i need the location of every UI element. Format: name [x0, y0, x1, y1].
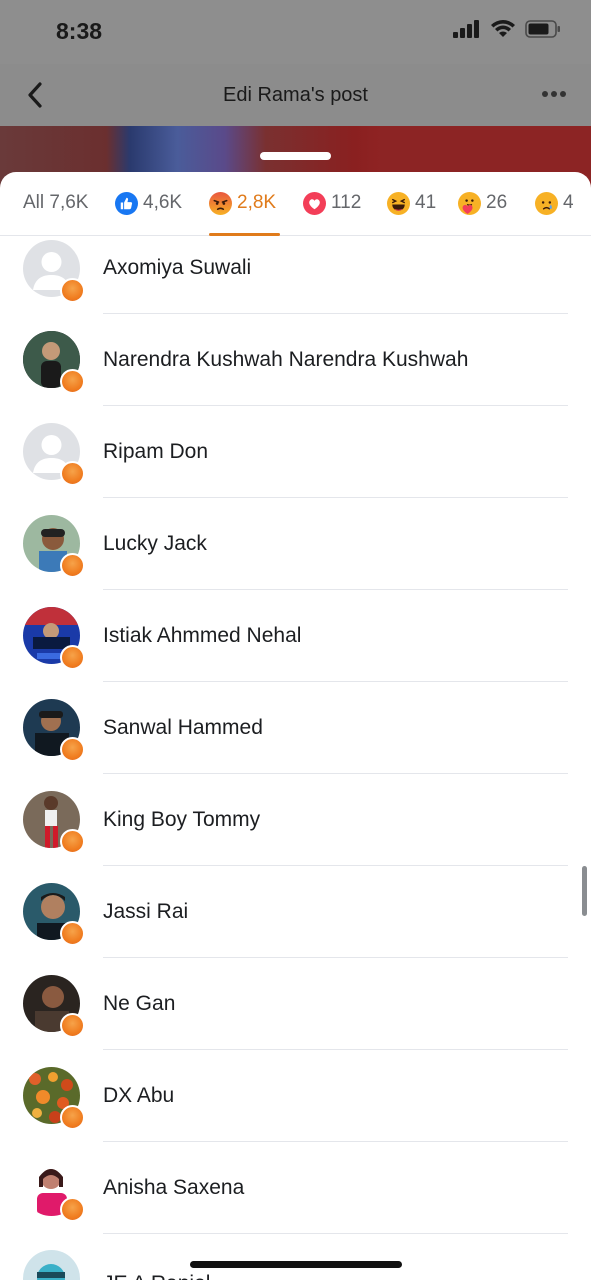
list-item[interactable]: JE A Raniel [0, 1234, 591, 1280]
angry-reaction-badge [60, 737, 85, 762]
reactions-sheet: All 7,6K 4,6K 2,8K 112 41 26 4 Axomiya S… [0, 172, 591, 1280]
navigation-bar: Edi Rama's post [0, 64, 591, 126]
avatar [23, 1250, 80, 1280]
list-item[interactable]: Anisha Saxena [0, 1142, 591, 1234]
cellular-signal-icon [453, 20, 479, 38]
tab-angry-label: 2,8K [237, 192, 277, 213]
list-item[interactable]: Lucky Jack [0, 498, 591, 590]
list-item[interactable]: Istiak Ahmmed Nehal [0, 590, 591, 682]
person-name: Ripam Don [103, 440, 209, 463]
list-item[interactable]: DX Abu [0, 1050, 591, 1142]
tab-haha-label: 41 [415, 192, 437, 213]
person-name: Ne Gan [103, 992, 176, 1015]
angry-icon [209, 192, 232, 215]
person-name: Axomiya Suwali [103, 256, 252, 279]
profile-photo [23, 1250, 80, 1280]
list-item[interactable]: Narendra Kushwah Narendra Kushwah [0, 314, 591, 406]
person-name: Sanwal Hammed [103, 716, 263, 739]
person-name: Narendra Kushwah Narendra Kushwah [103, 348, 469, 371]
list-item[interactable]: Ripam Don [0, 406, 591, 498]
list-item[interactable]: Sanwal Hammed [0, 682, 591, 774]
tab-love[interactable]: 112 [303, 192, 361, 236]
person-name: JE A Raniel [103, 1272, 210, 1280]
tab-all-label: All 7,6K [23, 192, 89, 213]
tab-all[interactable]: All 7,6K [23, 192, 88, 236]
angry-reaction-badge [60, 278, 85, 303]
list-item[interactable]: Ne Gan [0, 958, 591, 1050]
more-dots-icon [542, 91, 566, 97]
angry-reaction-badge [60, 1105, 85, 1130]
tab-care[interactable]: 26 [458, 192, 507, 236]
home-indicator[interactable] [190, 1261, 402, 1268]
tab-sad-label: 4 [563, 192, 574, 213]
angry-reaction-badge [60, 461, 85, 486]
scrollbar-thumb[interactable] [582, 866, 587, 916]
person-name: DX Abu [103, 1084, 175, 1107]
tab-like[interactable]: 4,6K [115, 192, 182, 236]
angry-reaction-badge [60, 1197, 85, 1222]
like-icon [115, 192, 138, 215]
tab-like-label: 4,6K [143, 192, 183, 213]
angry-reaction-badge [60, 553, 85, 578]
more-options-button[interactable] [539, 82, 569, 106]
love-icon [303, 192, 326, 215]
angry-reaction-badge [60, 645, 85, 670]
sad-icon [535, 192, 558, 215]
tab-love-label: 112 [331, 192, 362, 213]
haha-icon [387, 192, 410, 215]
list-item[interactable]: King Boy Tommy [0, 774, 591, 866]
status-icons [453, 20, 561, 38]
angry-reaction-badge [60, 1013, 85, 1038]
wifi-icon [491, 20, 515, 37]
tab-angry[interactable]: 2,8K [209, 192, 276, 236]
care-icon [458, 192, 481, 215]
angry-reaction-badge [60, 921, 85, 946]
angry-reaction-badge [60, 829, 85, 854]
list-item[interactable]: Jassi Rai [0, 866, 591, 958]
angry-reaction-badge [60, 369, 85, 394]
status-bar: 8:38 [0, 0, 591, 64]
person-name: King Boy Tommy [103, 808, 261, 831]
reaction-tabs: All 7,6K 4,6K 2,8K 112 41 26 4 [0, 172, 591, 236]
page-title: Edi Rama's post [223, 84, 368, 106]
person-name: Lucky Jack [103, 532, 207, 555]
status-time: 8:38 [56, 18, 103, 44]
battery-icon [525, 20, 560, 38]
sheet-grabber-handle[interactable] [260, 152, 331, 160]
tab-haha[interactable]: 41 [387, 192, 436, 236]
person-name: Jassi Rai [103, 900, 189, 923]
tab-sad[interactable]: 4 [535, 192, 574, 236]
person-name: Anisha Saxena [103, 1176, 245, 1199]
person-name: Istiak Ahmmed Nehal [103, 624, 302, 647]
tab-care-label: 26 [486, 192, 508, 213]
